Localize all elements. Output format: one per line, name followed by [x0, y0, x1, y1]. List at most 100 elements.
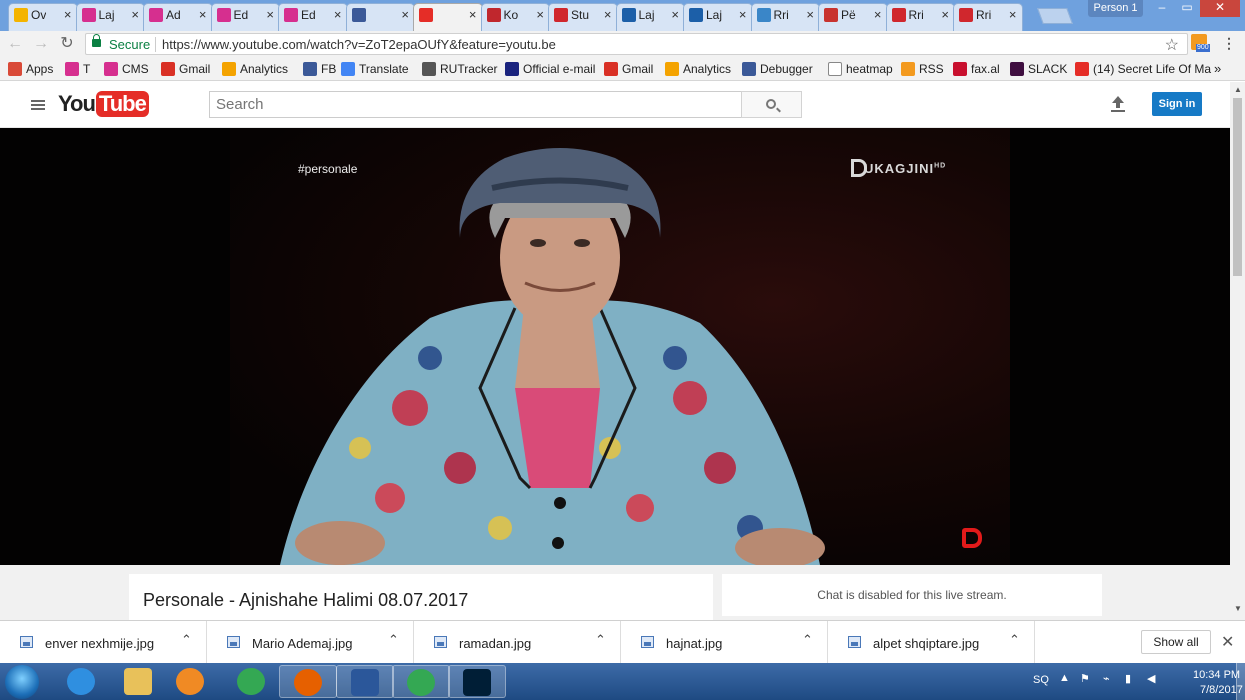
download-options-icon[interactable]: ⌃ [1009, 632, 1020, 648]
upload-icon[interactable] [1111, 96, 1125, 112]
tab-close-icon[interactable]: × [64, 4, 72, 26]
bookmark-item[interactable]: Apps [8, 61, 53, 77]
browser-tab[interactable]: × [413, 3, 483, 31]
browser-tab[interactable]: Laj × [615, 3, 685, 31]
taskbar-app-button[interactable] [336, 665, 394, 698]
tab-close-icon[interactable]: × [334, 4, 342, 26]
tab-close-icon[interactable]: × [266, 4, 274, 26]
taskbar-app-button[interactable] [110, 665, 168, 698]
download-options-icon[interactable]: ⌃ [181, 632, 192, 648]
tab-close-icon[interactable]: × [739, 4, 747, 26]
tab-close-icon[interactable]: × [604, 4, 612, 26]
bookmark-item[interactable]: Gmail [161, 61, 210, 77]
download-options-icon[interactable]: ⌃ [595, 632, 606, 648]
reload-icon[interactable]: ↻ [57, 34, 77, 54]
bookmark-item[interactable]: Debugger [742, 61, 813, 77]
taskbar-app-button[interactable] [223, 665, 281, 698]
action-center-flag-icon[interactable]: ⚑ [1080, 672, 1090, 685]
show-hidden-icons[interactable]: ▲ [1059, 672, 1070, 684]
bookmark-item[interactable]: fax.al [953, 61, 1000, 77]
browser-tab[interactable]: Ed × [278, 3, 348, 31]
browser-menu-icon[interactable]: ⋮ [1222, 35, 1236, 52]
bookmark-item[interactable]: RUTracker [422, 61, 498, 77]
taskbar-app-button[interactable] [392, 665, 450, 698]
maximize-icon[interactable]: ▭ [1175, 0, 1199, 17]
scroll-up-icon[interactable]: ▲ [1234, 85, 1242, 94]
profile-button[interactable]: Person 1 [1088, 0, 1143, 17]
show-all-downloads-button[interactable]: Show all [1141, 630, 1211, 654]
tab-close-icon[interactable]: × [1009, 4, 1017, 26]
bookmark-item[interactable]: T [65, 61, 90, 77]
new-tab-button[interactable] [1037, 8, 1073, 24]
network-icon[interactable]: ▮ [1125, 672, 1131, 685]
show-desktop-button[interactable] [1236, 663, 1245, 700]
bookmark-item[interactable]: Official e-mail [505, 61, 595, 77]
address-bar[interactable]: Secure https://www.youtube.com/watch?v=Z… [85, 33, 1188, 55]
tab-close-icon[interactable]: × [131, 4, 139, 26]
search-button[interactable] [741, 91, 802, 118]
browser-tab[interactable]: Rri × [750, 3, 820, 31]
browser-tab[interactable]: Laj × [683, 3, 753, 31]
forward-icon[interactable]: → [31, 34, 51, 54]
guide-menu-icon[interactable] [31, 100, 45, 110]
scroll-down-icon[interactable]: ▼ [1234, 604, 1242, 613]
tab-close-icon[interactable]: × [536, 4, 544, 26]
close-window-icon[interactable]: ✕ [1200, 0, 1240, 17]
download-item[interactable]: Mario Ademaj.jpg ⌃ [207, 621, 414, 663]
bookmark-item[interactable]: FB [303, 61, 336, 77]
scrollbar-thumb[interactable] [1233, 98, 1242, 276]
download-item[interactable]: ramadan.jpg ⌃ [414, 621, 621, 663]
tab-close-icon[interactable]: × [874, 4, 882, 26]
bookmark-item[interactable]: Gmail [604, 61, 653, 77]
minimize-icon[interactable]: – [1150, 0, 1174, 17]
taskbar-app-button[interactable] [53, 665, 111, 698]
tab-close-icon[interactable]: × [199, 4, 207, 26]
bookmark-item[interactable]: Analytics [665, 61, 731, 77]
download-options-icon[interactable]: ⌃ [388, 632, 399, 648]
browser-tab[interactable]: Ko × [480, 3, 550, 31]
browser-tab[interactable]: Ad × [143, 3, 213, 31]
rss-extension-icon[interactable]: 900 [1191, 34, 1210, 52]
search-input[interactable] [210, 92, 730, 117]
power-icon[interactable]: ⌁ [1103, 672, 1110, 685]
browser-tab[interactable]: Rri × [885, 3, 955, 31]
taskbar-app-button[interactable] [448, 665, 506, 698]
tab-close-icon[interactable]: × [806, 4, 814, 26]
clock-time[interactable]: 10:34 PM [1193, 669, 1240, 681]
browser-tab[interactable]: Stu × [548, 3, 618, 31]
bookmark-item[interactable]: Translate [341, 61, 409, 77]
download-item[interactable]: enver nexhmije.jpg ⌃ [0, 621, 207, 663]
page-scrollbar[interactable]: ▲ ▼ [1230, 82, 1245, 620]
url-text[interactable]: https://www.youtube.com/watch?v=ZoT2epaO… [162, 37, 556, 52]
bookmark-item[interactable]: CMS [104, 61, 149, 77]
bookmark-item[interactable]: SLACK [1010, 61, 1067, 77]
bookmarks-overflow-icon[interactable]: » [1214, 61, 1221, 77]
bookmark-item[interactable]: heatmap [828, 61, 893, 77]
taskbar-app-button[interactable] [279, 665, 337, 698]
youtube-logo[interactable]: You Tube [58, 91, 149, 119]
bookmark-item[interactable]: RSS [901, 61, 944, 77]
download-item[interactable]: hajnat.jpg ⌃ [621, 621, 828, 663]
browser-tab[interactable]: Rri × [953, 3, 1023, 31]
bookmark-item[interactable]: Analytics [222, 61, 288, 77]
close-downloads-icon[interactable]: ✕ [1221, 632, 1234, 652]
taskbar-app-button[interactable] [162, 665, 220, 698]
bookmark-star-icon[interactable]: ☆ [1165, 35, 1179, 55]
bookmark-item[interactable]: (14) Secret Life Of Ma [1075, 61, 1211, 77]
browser-tab[interactable]: Pë × [818, 3, 888, 31]
tab-close-icon[interactable]: × [671, 4, 679, 26]
back-icon[interactable]: ← [5, 34, 25, 54]
tab-close-icon[interactable]: × [401, 4, 409, 26]
start-button[interactable] [5, 665, 39, 699]
tab-close-icon[interactable]: × [941, 4, 949, 26]
download-item[interactable]: alpet shqiptare.jpg ⌃ [828, 621, 1035, 663]
browser-tab[interactable]: × [345, 3, 415, 31]
volume-icon[interactable]: ◀ [1147, 672, 1155, 685]
browser-tab[interactable]: Ov × [8, 3, 78, 31]
browser-tab[interactable]: Laj × [75, 3, 145, 31]
video-player[interactable]: #personale UKAGJINIHD [0, 128, 1230, 565]
browser-tab[interactable]: Ed × [210, 3, 280, 31]
language-indicator[interactable]: SQ [1033, 674, 1049, 686]
sign-in-button[interactable]: Sign in [1152, 92, 1202, 116]
download-options-icon[interactable]: ⌃ [802, 632, 813, 648]
